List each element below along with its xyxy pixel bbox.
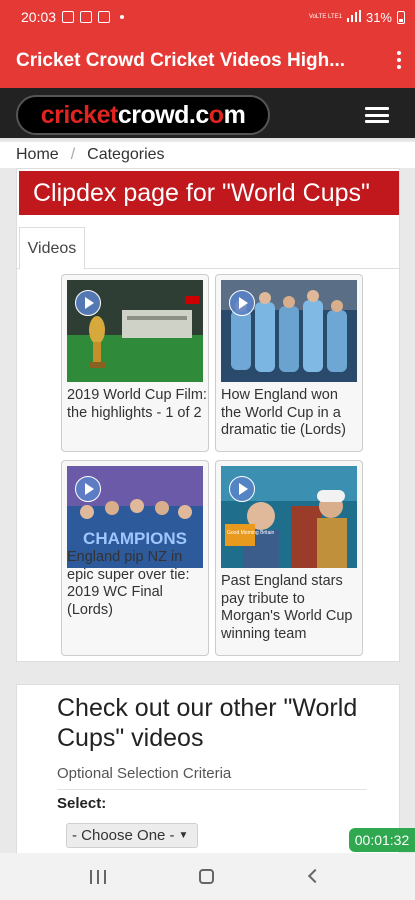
- play-icon[interactable]: [75, 476, 101, 502]
- status-bar: 20:03 VoLTE LTE1 31%: [0, 0, 415, 34]
- video-thumbnail[interactable]: Good Morning Britain: [221, 466, 357, 568]
- dropdown-caret-icon: ▼: [178, 830, 189, 841]
- recent-apps-icon[interactable]: [90, 870, 106, 884]
- video-thumbnail[interactable]: [67, 280, 203, 382]
- gallery-notification-icon: [62, 11, 75, 23]
- other-videos-heading: Check out our other "World Cups" videos: [57, 694, 358, 752]
- breadcrumb: Home / Categories: [0, 142, 415, 168]
- page-title: Clipdex page for "World Cups": [19, 171, 399, 215]
- breadcrumb-separator: /: [70, 146, 76, 163]
- tab-bar: Videos: [17, 227, 399, 270]
- dropdown-value: - Choose One -: [72, 827, 175, 844]
- back-icon[interactable]: [307, 868, 323, 884]
- video-tile[interactable]: 2019 World Cup Film: the highlights - 1 …: [61, 274, 209, 452]
- site-logo[interactable]: cricket crowd.c o m: [16, 95, 270, 135]
- video-title[interactable]: England pip NZ in epic super over tie: 2…: [67, 549, 207, 619]
- signal-icon: [346, 9, 361, 25]
- site-header: cricket crowd.c o m: [0, 88, 415, 140]
- recording-timer[interactable]: 00:01:32: [349, 828, 415, 852]
- video-title[interactable]: How England won the World Cup in a drama…: [221, 387, 361, 440]
- select-label: Select:: [57, 795, 107, 812]
- play-icon[interactable]: [75, 290, 101, 316]
- tab-videos[interactable]: Videos: [19, 227, 85, 270]
- breadcrumb-home[interactable]: Home: [16, 146, 59, 164]
- app-bar: Cricket Crowd Cricket Videos High...: [0, 34, 415, 88]
- app-notification-icon: [80, 11, 93, 23]
- battery-percent: 31%: [365, 9, 392, 25]
- network-label: VoLTE LTE1: [308, 14, 342, 20]
- selection-criteria-label: Optional Selection Criteria: [57, 765, 367, 790]
- system-nav-bar: [0, 853, 415, 900]
- other-videos-card: Check out our other "World Cups" videos …: [16, 684, 400, 854]
- overflow-menu-icon[interactable]: [397, 51, 401, 69]
- clipdex-card: Clipdex page for "World Cups" Videos 201…: [16, 168, 400, 662]
- hamburger-menu-icon[interactable]: [365, 107, 389, 123]
- choose-one-dropdown[interactable]: - Choose One - ▼: [66, 823, 198, 848]
- app2-notification-icon: [98, 11, 111, 23]
- thumbnail-overlay-text: Good Morning Britain: [227, 530, 274, 536]
- video-tile[interactable]: Good Morning Britain Past England stars …: [215, 460, 363, 656]
- video-title[interactable]: 2019 World Cup Film: the highlights - 1 …: [67, 387, 207, 422]
- video-tile[interactable]: How England won the World Cup in a drama…: [215, 274, 363, 452]
- play-icon[interactable]: [229, 476, 255, 502]
- more-notifications-icon: [120, 15, 125, 19]
- video-tile[interactable]: CHAMPIONS England pip NZ in epic super o…: [61, 460, 209, 656]
- app-title: Cricket Crowd Cricket Videos High...: [16, 50, 346, 71]
- play-icon[interactable]: [229, 290, 255, 316]
- video-title[interactable]: Past England stars pay tribute to Morgan…: [221, 573, 361, 643]
- video-thumbnail[interactable]: [221, 280, 357, 382]
- breadcrumb-categories[interactable]: Categories: [87, 146, 164, 164]
- battery-icon: [397, 10, 405, 24]
- home-icon[interactable]: [199, 869, 214, 884]
- thumbnail-overlay-text: CHAMPIONS: [83, 529, 187, 548]
- status-time: 20:03: [21, 9, 57, 25]
